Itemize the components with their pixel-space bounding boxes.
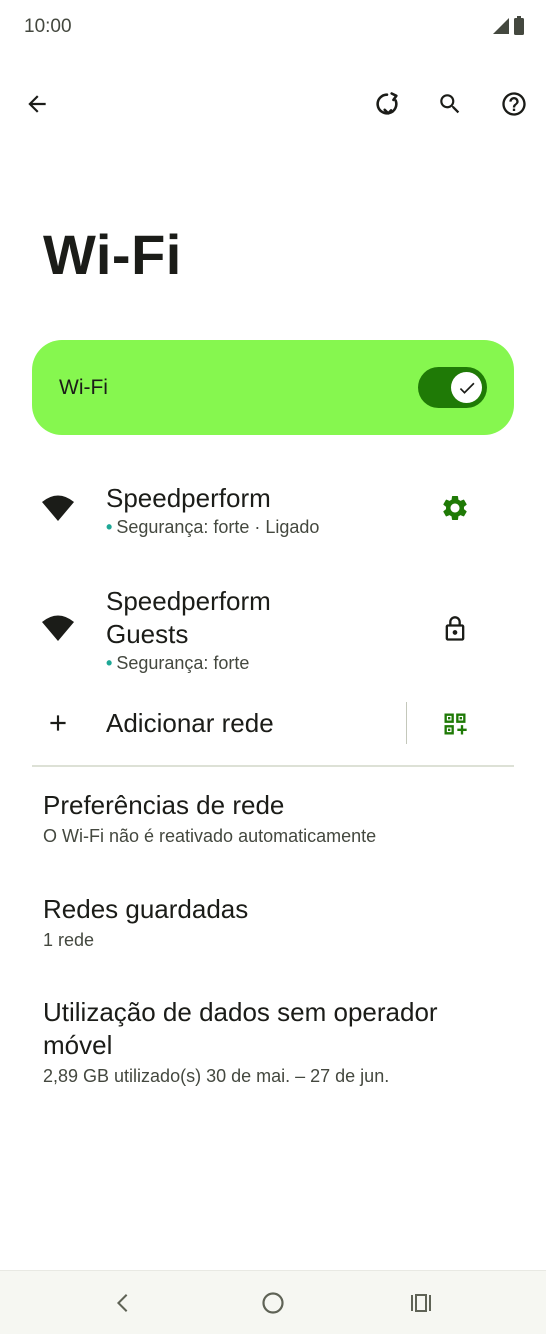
network-name: Speedperform xyxy=(106,483,271,513)
page-title: Wi-Fi xyxy=(43,223,182,286)
help-icon xyxy=(502,92,526,116)
toggle-thumb xyxy=(451,372,482,403)
network-item-speedperform[interactable]: Speedperform • Segurança: forte · Ligado xyxy=(0,470,546,554)
wifi-signal-icon xyxy=(42,495,74,521)
qr-code-add-icon xyxy=(444,713,467,735)
check-icon xyxy=(459,382,474,394)
back-button[interactable] xyxy=(13,80,61,128)
pref-summary: O Wi-Fi não é reativado automaticamente xyxy=(43,826,377,846)
wifi-switch-label: Wi-Fi xyxy=(59,376,108,399)
network-summary: • Segurança: forte xyxy=(106,653,250,673)
wifi-master-switch[interactable]: Wi-Fi xyxy=(32,340,514,435)
network-name: Speedperform Guests xyxy=(106,586,271,649)
nav-back-button[interactable] xyxy=(99,1279,147,1327)
qr-scan-button[interactable] xyxy=(431,700,479,748)
refresh-scan-icon xyxy=(376,92,398,115)
plus-icon xyxy=(50,715,66,731)
pref-summary: 1 rede xyxy=(43,930,95,950)
status-bar: 10:00 xyxy=(0,0,546,56)
gear-icon xyxy=(443,496,467,520)
network-summary: • Segurança: forte · Ligado xyxy=(106,517,320,537)
pref-title: Redes guardadas xyxy=(43,894,249,924)
status-time: 10:00 xyxy=(24,16,72,37)
wifi-signal-icon xyxy=(42,615,74,641)
nav-home-icon xyxy=(262,1292,284,1314)
signal-icon xyxy=(493,17,509,34)
lock-icon xyxy=(445,616,465,641)
network-item-speedperform-guests[interactable]: Speedperform Guests • Segurança: forte xyxy=(0,574,546,680)
add-network-label: Adicionar rede xyxy=(106,708,274,738)
saved-networks-item[interactable]: Redes guardadas 1 rede xyxy=(43,893,513,951)
pref-title: Utilização de dados sem operador móvel xyxy=(43,997,438,1060)
add-network-row[interactable]: Adicionar rede xyxy=(0,700,546,748)
wifi-toggle[interactable] xyxy=(418,367,487,408)
network-settings-button[interactable] xyxy=(431,484,479,532)
pref-title: Preferências de rede xyxy=(43,790,285,820)
nav-home-button[interactable] xyxy=(249,1279,297,1327)
network-lock-status xyxy=(431,605,479,653)
search-icon xyxy=(440,94,460,114)
help-button[interactable] xyxy=(490,80,538,128)
nav-recents-icon xyxy=(411,1294,431,1312)
navigation-bar xyxy=(0,1270,546,1334)
network-preferences-item[interactable]: Preferências de rede O Wi-Fi não é reati… xyxy=(43,789,513,847)
search-button[interactable] xyxy=(426,80,474,128)
divider xyxy=(406,702,407,744)
nav-recents-button[interactable] xyxy=(397,1279,445,1327)
pref-summary: 2,89 GB utilizado(s) 30 de mai. – 27 de … xyxy=(43,1066,390,1086)
battery-icon xyxy=(514,16,524,35)
non-carrier-data-usage-item[interactable]: Utilização de dados sem operador móvel 2… xyxy=(43,996,513,1087)
arrow-back-icon xyxy=(28,95,46,113)
nav-back-icon xyxy=(116,1294,128,1312)
refresh-button[interactable] xyxy=(363,80,411,128)
app-bar xyxy=(0,72,546,136)
section-divider xyxy=(32,765,514,767)
